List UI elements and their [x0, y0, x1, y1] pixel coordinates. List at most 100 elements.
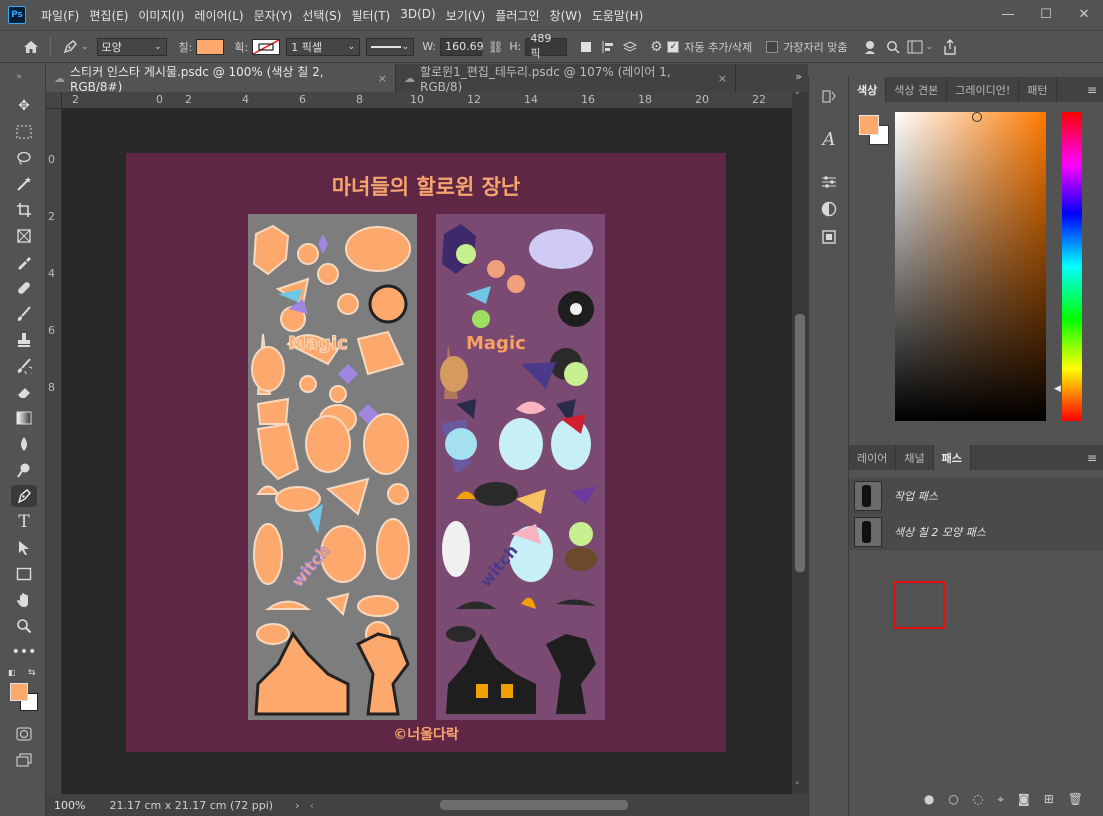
stroke-color-swatch[interactable]: [252, 38, 281, 55]
fill-color-swatch[interactable]: [196, 38, 225, 55]
new-path-icon[interactable]: ⊞: [1044, 792, 1054, 806]
make-work-path-icon[interactable]: ⌖: [997, 792, 1004, 807]
foreground-color-swatch[interactable]: [859, 115, 879, 135]
menu-image[interactable]: 이미지(I): [133, 7, 189, 24]
menu-file[interactable]: 파일(F): [36, 7, 84, 24]
hue-slider-marker[interactable]: ◀: [1054, 384, 1061, 394]
blur-tool-icon[interactable]: [11, 433, 37, 455]
menu-type[interactable]: 문자(Y): [249, 7, 298, 24]
zoom-tool-icon[interactable]: [11, 615, 37, 637]
eraser-tool-icon[interactable]: [11, 381, 37, 403]
scroll-up-icon[interactable]: ˄: [795, 92, 800, 102]
gear-icon[interactable]: ⚙: [645, 36, 667, 58]
foreground-color-swatch[interactable]: [10, 683, 28, 701]
tab-color[interactable]: 색상: [849, 77, 887, 102]
history-brush-tool-icon[interactable]: [11, 355, 37, 377]
menu-3d[interactable]: 3D(D): [395, 7, 440, 24]
pen-tool-icon[interactable]: [11, 485, 37, 507]
vertical-scrollbar[interactable]: ˄ ˅: [792, 92, 808, 794]
menu-select[interactable]: 선택(S): [297, 7, 346, 24]
screen-mode-icon[interactable]: [11, 749, 37, 771]
delete-path-icon[interactable]: 🗑: [1068, 792, 1083, 806]
home-icon[interactable]: [20, 36, 42, 58]
align-edges-checkbox[interactable]: [766, 40, 779, 53]
character-icon[interactable]: A: [818, 128, 840, 150]
close-button[interactable]: ✕: [1065, 0, 1103, 28]
sticker-sheet-silhouettes[interactable]: Magic witch: [248, 214, 417, 720]
search-icon[interactable]: [882, 36, 904, 58]
gradient-tool-icon[interactable]: [11, 407, 37, 429]
quick-mask-icon[interactable]: [11, 723, 37, 745]
tab-layers[interactable]: 레이어: [849, 445, 897, 470]
restore-button[interactable]: ☐: [1027, 0, 1065, 28]
tab-paths[interactable]: 패스: [933, 445, 971, 470]
sticker-sheet-colored[interactable]: Magic witch: [436, 214, 605, 720]
scroll-down-icon[interactable]: ˅: [795, 782, 800, 792]
libraries-icon[interactable]: [818, 226, 840, 248]
path-operations-icon[interactable]: [575, 36, 597, 58]
stroke-width-dropdown[interactable]: 1 픽셀 ⌄: [286, 37, 361, 56]
path-selection-tool-icon[interactable]: [11, 537, 37, 559]
tab-swatches[interactable]: 색상 견본: [886, 77, 948, 102]
tab-gradients[interactable]: 그레이디언!: [947, 77, 1020, 102]
scroll-left-icon[interactable]: ‹: [309, 799, 313, 812]
vertical-scroll-thumb[interactable]: [795, 314, 805, 572]
menu-layer[interactable]: 레이어(L): [189, 7, 248, 24]
path-item-shape-path[interactable]: 색상 칠 2 모양 패스: [849, 514, 1103, 550]
pen-tool-preset-icon[interactable]: [59, 36, 81, 58]
close-icon[interactable]: ×: [718, 72, 727, 85]
hand-tool-icon[interactable]: [11, 589, 37, 611]
frame-tool-icon[interactable]: [11, 225, 37, 247]
horizontal-scroll-thumb[interactable]: [440, 800, 628, 810]
user-icon[interactable]: [860, 36, 882, 58]
color-picker-field[interactable]: [895, 112, 1046, 421]
mode-dropdown[interactable]: 모양 ⌄: [96, 37, 167, 56]
add-mask-icon[interactable]: ◙: [1018, 792, 1030, 806]
tab-channels[interactable]: 채널: [896, 445, 934, 470]
zoom-level[interactable]: 100%: [54, 799, 85, 812]
menu-view[interactable]: 보기(V): [441, 7, 491, 24]
chevron-down-icon[interactable]: ⌄: [926, 42, 934, 52]
more-tools-icon[interactable]: •••: [11, 641, 37, 663]
doc-tab-halloween[interactable]: ☁ 할로윈1_편집_테두리.psdc @ 107% (레이어 1, RGB/8)…: [396, 64, 736, 94]
dodge-tool-icon[interactable]: [11, 459, 37, 481]
adjustments-icon[interactable]: [818, 171, 840, 193]
lasso-tool-icon[interactable]: [11, 147, 37, 169]
load-selection-icon[interactable]: ◌: [973, 792, 983, 806]
path-arrangement-icon[interactable]: [619, 36, 641, 58]
fill-path-icon[interactable]: ●: [924, 792, 934, 806]
auto-add-checkbox[interactable]: ✓: [667, 40, 680, 53]
menu-plugins[interactable]: 플러그인: [490, 7, 544, 24]
share-icon[interactable]: [939, 36, 961, 58]
stroke-type-dropdown[interactable]: ⌄: [366, 37, 415, 56]
path-alignment-icon[interactable]: [597, 36, 619, 58]
collapse-icon[interactable]: »: [6, 66, 32, 88]
default-colors-icon[interactable]: ◧: [8, 668, 16, 677]
height-field[interactable]: 489 픽: [525, 32, 568, 60]
menu-window[interactable]: 창(W): [545, 7, 587, 24]
tab-patterns[interactable]: 패턴: [1019, 77, 1057, 102]
eyedropper-tool-icon[interactable]: [11, 251, 37, 273]
link-icon[interactable]: ⛓: [488, 40, 503, 54]
panel-menu-icon[interactable]: ≡: [1087, 83, 1097, 97]
panel-menu-icon[interactable]: ≡: [1087, 451, 1097, 465]
status-menu-icon[interactable]: ›: [295, 799, 299, 812]
artboard[interactable]: 마녀들의 할로윈 장난 Magic witch Magic witch ©너울다…: [126, 153, 726, 752]
minimize-button[interactable]: —: [989, 0, 1027, 28]
marquee-tool-icon[interactable]: [11, 121, 37, 143]
history-icon[interactable]: [818, 85, 840, 107]
workspace-icon[interactable]: [904, 36, 926, 58]
properties-icon[interactable]: [818, 198, 840, 220]
width-field[interactable]: 160.69: [440, 37, 484, 56]
menu-edit[interactable]: 편집(E): [84, 7, 133, 24]
rectangle-tool-icon[interactable]: [11, 563, 37, 585]
menu-filter[interactable]: 필터(T): [346, 7, 395, 24]
brush-tool-icon[interactable]: [11, 303, 37, 325]
stroke-path-icon[interactable]: ○: [948, 792, 958, 806]
color-picker-marker[interactable]: [972, 112, 982, 122]
menu-help[interactable]: 도움말(H): [587, 7, 649, 24]
crop-tool-icon[interactable]: [11, 199, 37, 221]
clone-stamp-tool-icon[interactable]: [11, 329, 37, 351]
healing-brush-tool-icon[interactable]: [11, 277, 37, 299]
hue-slider[interactable]: [1062, 112, 1082, 421]
